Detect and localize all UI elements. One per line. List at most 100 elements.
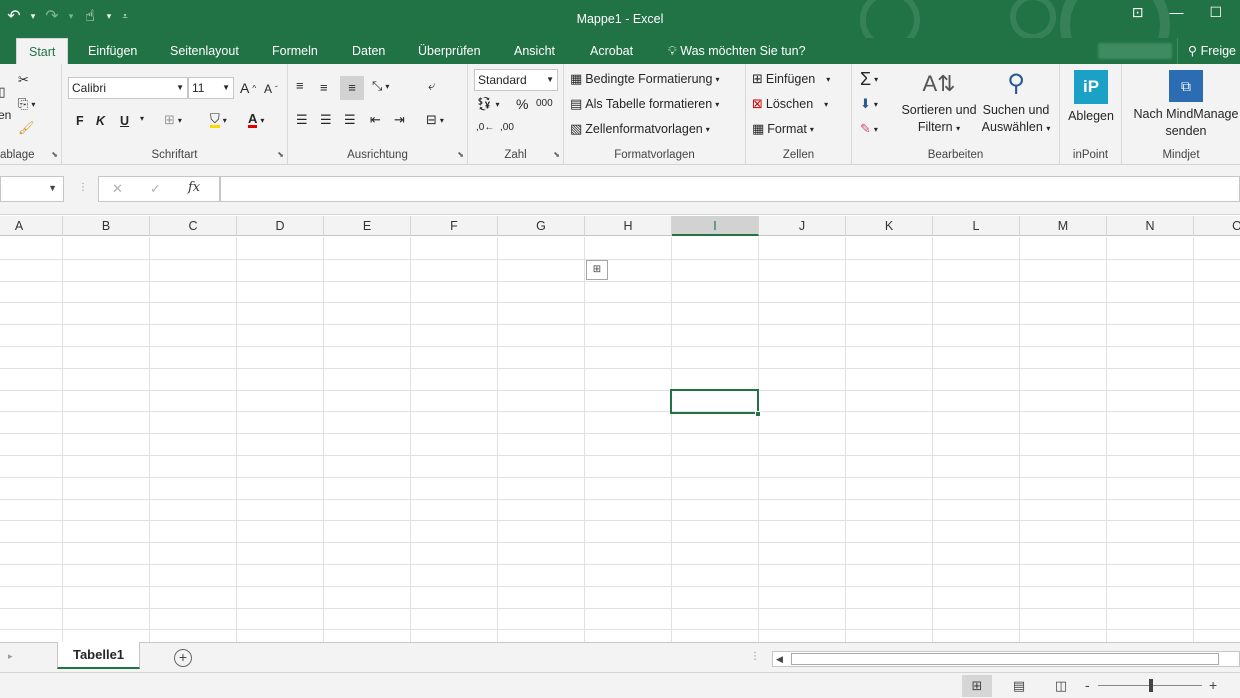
insert-function-button[interactable]: fx [188,180,200,195]
decrease-decimal-button[interactable]: ,00 [500,122,514,133]
format-painter-button[interactable]: 🖌︎ [18,120,35,136]
clear-button[interactable]: ✎ ▾ [860,121,878,137]
column-header-b[interactable]: B [63,216,150,236]
zoom-out-button[interactable]: - [1085,677,1090,693]
format-cells-button[interactable]: ▦ Format ▾ [752,121,814,137]
copy-button[interactable]: ⎘ ▾ [18,96,35,112]
page-break-view-button[interactable]: ◫ [1046,675,1076,697]
wrap-text-button[interactable]: ⤶ [428,78,435,94]
find-select-button[interactable]: ⚲ Suchen und Auswählen ▾ [976,70,1056,137]
percent-button[interactable]: % [516,96,528,112]
chevron-down-icon[interactable]: ▼ [222,78,230,98]
column-header-e[interactable]: E [324,216,411,236]
column-header-f[interactable]: F [411,216,498,236]
column-header-i[interactable]: I [672,216,759,236]
maximize-icon[interactable]: ☐ [1209,4,1222,21]
worksheet-grid[interactable]: ABCDEFGHIJKLMNO ⊞ [0,216,1240,642]
dialog-launcher-icon[interactable]: ⬊ [277,150,284,159]
ablegen-button[interactable]: iP Ablegen [1062,70,1120,125]
column-header-m[interactable]: M [1020,216,1107,236]
chevron-down-icon[interactable]: ▼ [48,183,57,193]
merge-center-button[interactable]: ⊟ ▾ [426,112,444,128]
column-header-g[interactable]: G [498,216,585,236]
page-layout-view-button[interactable]: ▤ [1004,675,1034,697]
cell-area[interactable]: ⊞ [0,237,1240,642]
align-bottom-button[interactable]: ≡ [340,76,364,100]
align-top-button[interactable]: ≡ [296,78,304,94]
column-header-h[interactable]: H [585,216,672,236]
accounting-format-button[interactable]: 💱︎ ▾ [476,96,500,112]
format-as-table-button[interactable]: ▤ Als Tabelle formatieren ▾ [570,96,719,112]
dialog-launcher-icon[interactable]: ⬊ [51,150,58,159]
cut-button[interactable]: ✂ [18,72,29,88]
borders-button[interactable]: ⊞ ▾ [164,112,182,128]
sort-filter-button[interactable]: A⇅ Sortieren und Filtern ▾ [896,70,982,137]
conditional-formatting-button[interactable]: ▦ Bedingte Formatierung ▾ [570,71,719,87]
dialog-launcher-icon[interactable]: ⬊ [553,150,560,159]
tab-seitenlayout[interactable]: Seitenlayout [166,38,243,64]
column-header-k[interactable]: K [846,216,933,236]
column-header-a[interactable]: A [0,216,63,236]
decrease-indent-button[interactable]: ⇤ [370,112,381,128]
tab-daten[interactable]: Daten [348,38,389,64]
dialog-launcher-icon[interactable]: ⬊ [457,150,464,159]
tab-einfuegen[interactable]: Einfügen [84,38,141,64]
increase-indent-button[interactable]: ⇥ [394,112,405,128]
orientation-button[interactable]: ⤡ ▾ [372,78,389,94]
column-header-d[interactable]: D [237,216,324,236]
scroll-left-icon[interactable]: ◀ [776,652,783,666]
font-color-button[interactable]: A ▾ [248,112,264,128]
fill-color-button[interactable]: ⛉ ▾ [210,112,227,128]
normal-view-button[interactable]: ⊞ [962,675,992,697]
scrollbar-thumb[interactable] [791,653,1219,665]
cancel-icon[interactable]: ✕ [112,181,123,197]
name-box[interactable]: ▼ [0,176,64,202]
sheet-tab-tabelle1[interactable]: Tabelle1 [57,642,140,669]
paste-options-icon[interactable]: ⊞ [586,260,608,280]
minimize-icon[interactable]: — [1169,4,1183,21]
splitter-handle-icon[interactable]: ⋮ [750,651,760,662]
active-cell[interactable] [670,389,759,414]
drag-handle-icon[interactable]: ⋮ [78,182,88,193]
align-center-button[interactable]: ☰ [320,112,332,128]
add-sheet-button[interactable]: + [174,649,192,667]
horizontal-scrollbar[interactable]: ◀ [772,651,1240,667]
tab-ueberpruefen[interactable]: Überprüfen [414,38,485,64]
shrink-font-button[interactable]: Aˇ [264,82,278,96]
column-header-j[interactable]: J [759,216,846,236]
tab-formeln[interactable]: Formeln [268,38,322,64]
insert-cells-button[interactable]: ⊞ Einfügen ▾ [752,71,830,87]
zoom-slider-thumb[interactable] [1149,679,1153,692]
increase-decimal-button[interactable]: ,0← [476,122,494,133]
column-header-l[interactable]: L [933,216,1020,236]
fill-handle[interactable] [755,411,761,417]
bold-button[interactable]: F [76,114,84,128]
zoom-in-button[interactable]: + [1209,677,1217,693]
thousands-button[interactable]: 000 [536,98,553,109]
autosum-button[interactable]: Σ ▾ [860,69,878,90]
underline-dropdown-icon[interactable]: ▾ [140,114,144,123]
fill-button[interactable]: ⬇ ▾ [860,96,878,112]
font-name-combo[interactable]: Calibri ▼ [68,77,188,99]
column-header-c[interactable]: C [150,216,237,236]
align-middle-button[interactable]: ≡ [320,80,328,96]
formula-input[interactable] [220,176,1240,202]
column-header-o[interactable]: O [1194,216,1240,236]
sheet-nav-arrow-icon[interactable]: ▸ [8,651,13,662]
enter-icon[interactable]: ✓ [150,181,161,197]
tab-ansicht[interactable]: Ansicht [510,38,559,64]
user-account[interactable] [1098,43,1172,59]
underline-button[interactable]: U [120,114,129,128]
align-right-button[interactable]: ☰ [344,112,356,128]
cell-styles-button[interactable]: ▧ Zellenformatvorlagen ▾ [570,121,710,137]
number-format-combo[interactable]: Standard ▼ [474,69,558,91]
chevron-down-icon[interactable]: ▼ [176,78,184,98]
send-to-mindmanager-button[interactable]: ⧉ Nach MindManage senden [1126,70,1240,140]
ribbon-display-options-icon[interactable]: ⊡ [1132,4,1144,21]
chevron-down-icon[interactable]: ▼ [546,70,554,90]
italic-button[interactable]: K [96,114,105,128]
column-header-n[interactable]: N [1107,216,1194,236]
tab-acrobat[interactable]: Acrobat [586,38,637,64]
delete-cells-button[interactable]: ⊠ Löschen ▾ [752,96,828,112]
grow-font-button[interactable]: A ^ [240,80,256,96]
